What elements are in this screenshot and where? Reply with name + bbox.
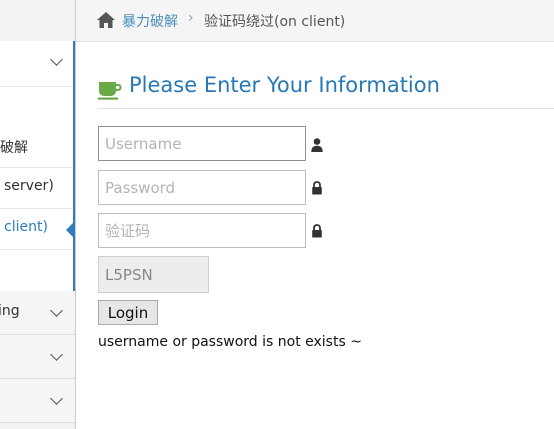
username-input[interactable] [98,126,306,161]
sidebar-item-bruteforce[interactable]: 力破解 [0,127,73,168]
vcode-input[interactable] [98,213,306,248]
page-header: Please Enter Your Information [98,70,554,109]
sidebar-group-open: 力破解 server) client) [0,41,75,291]
chevron-down-icon [50,53,63,66]
lock-icon [312,181,322,195]
sidebar-group-header[interactable] [0,41,73,87]
login-button[interactable]: Login [98,300,158,325]
sidebar-group-2[interactable] [0,335,75,379]
sidebar-top [0,0,75,42]
breadcrumb-separator: › [188,10,194,26]
chevron-down-icon [50,392,63,405]
sidebar-group-label: ing [0,303,20,319]
sidebar: 力破解 server) client) ing [0,0,76,429]
page-title: Please Enter Your Information [129,73,440,97]
coffee-cup-icon [98,82,122,100]
breadcrumb: 暴力破解 › 验证码绕过(on client) [76,0,554,42]
breadcrumb-parent-link[interactable]: 暴力破解 [122,11,178,31]
lock-icon [312,224,322,238]
chevron-down-icon [50,304,63,317]
active-indicator [66,221,75,239]
sidebar-item-on-server[interactable]: server) [0,168,73,209]
home-icon [97,12,115,28]
captcha-image[interactable]: L5PSN [98,256,209,293]
password-input[interactable] [98,170,306,205]
chevron-down-icon [50,348,63,361]
sidebar-group-1[interactable]: ing [0,291,75,335]
error-message: username or password is not exists ~ [98,334,362,350]
user-icon [311,138,323,152]
sidebar-item-on-client[interactable]: client) [0,209,75,250]
sidebar-item-label: client) [4,219,48,235]
sidebar-item-label: 力破解 [0,140,28,156]
breadcrumb-current: 验证码绕过(on client) [204,14,346,30]
sidebar-group-3[interactable] [0,379,75,423]
sidebar-item-label: server) [4,178,54,194]
